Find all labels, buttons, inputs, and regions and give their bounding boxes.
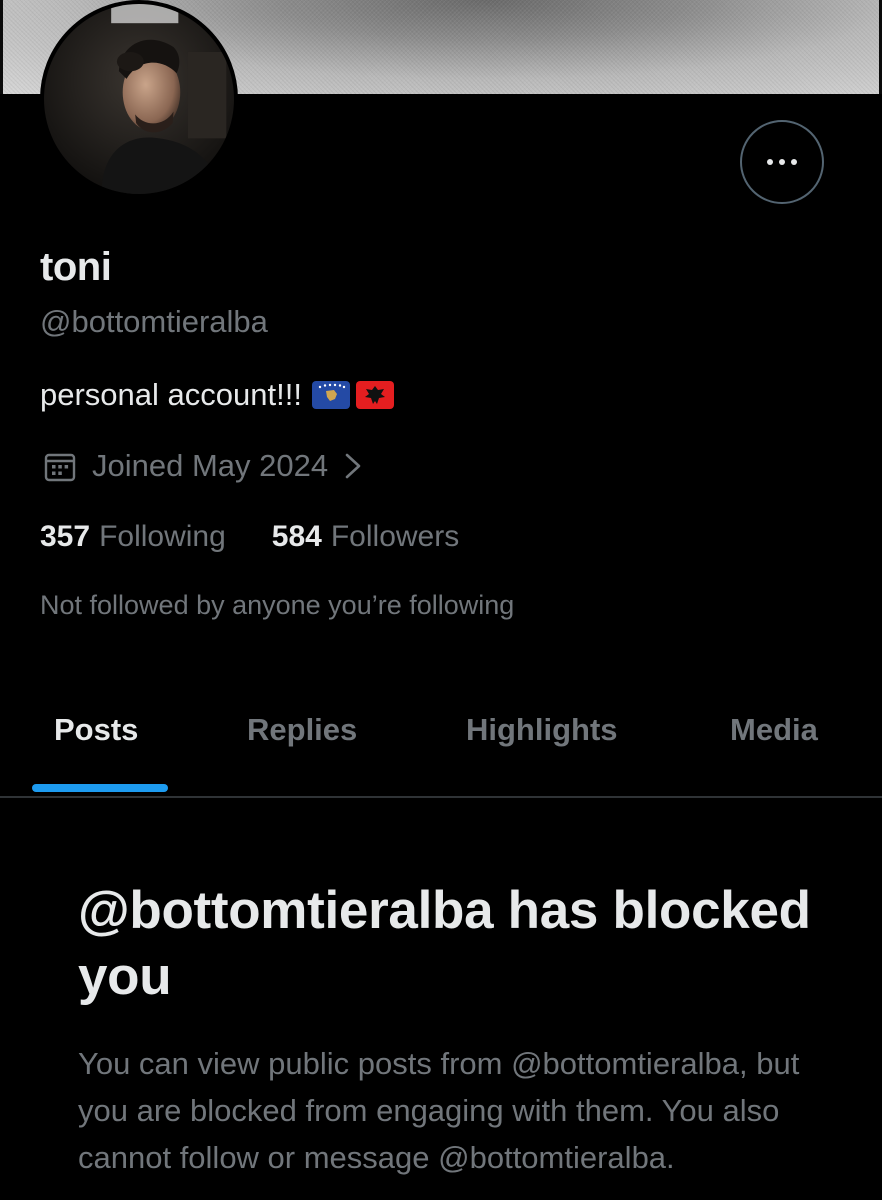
tab-highlights[interactable]: Highlights	[466, 712, 618, 748]
followers-link[interactable]: 584 Followers	[272, 520, 459, 554]
profile-tabs: Posts Replies Highlights Media	[0, 690, 882, 796]
tab-posts[interactable]: Posts	[54, 712, 138, 748]
joined-date[interactable]: Joined May 2024	[44, 448, 364, 484]
profile-handle: @bottomtieralba	[40, 304, 268, 339]
followers-label: Followers	[330, 520, 460, 553]
more-dot	[791, 159, 797, 165]
active-tab-indicator	[32, 784, 168, 792]
tab-replies[interactable]: Replies	[247, 712, 357, 748]
followers-count: 584	[271, 520, 322, 553]
profile-bio: personal account!!!	[40, 377, 394, 413]
following-label: Following	[99, 520, 226, 553]
following-count: 357	[40, 520, 91, 553]
avatar-image	[44, 4, 234, 194]
blocked-title: @bottomtieralba has blocked you	[78, 881, 811, 1006]
more-dot	[779, 159, 785, 165]
tabs-divider	[0, 796, 882, 798]
blocked-message: You can view public posts from @bottomti…	[78, 1046, 800, 1175]
chevron-right-icon	[345, 453, 361, 479]
display-name: toni	[40, 245, 112, 289]
joined-text: Joined May 2024	[92, 448, 329, 483]
profile-avatar[interactable]	[40, 0, 238, 198]
kosovo-flag-icon	[311, 381, 350, 409]
profile-page: toni @bottomtieralba personal account!!!	[0, 0, 882, 1200]
bio-text: personal account!!!	[40, 377, 302, 412]
tab-media[interactable]: Media	[730, 712, 818, 748]
more-options-button[interactable]	[740, 120, 824, 204]
more-horizontal-icon	[767, 159, 773, 165]
albania-flag-icon	[355, 381, 394, 409]
following-link[interactable]: 357 Following	[40, 520, 226, 554]
not-followed-notice: Not followed by anyone you’re following	[40, 590, 515, 620]
profile-stats: 357 Following 584 Followers	[40, 520, 459, 554]
calendar-icon	[44, 453, 76, 482]
